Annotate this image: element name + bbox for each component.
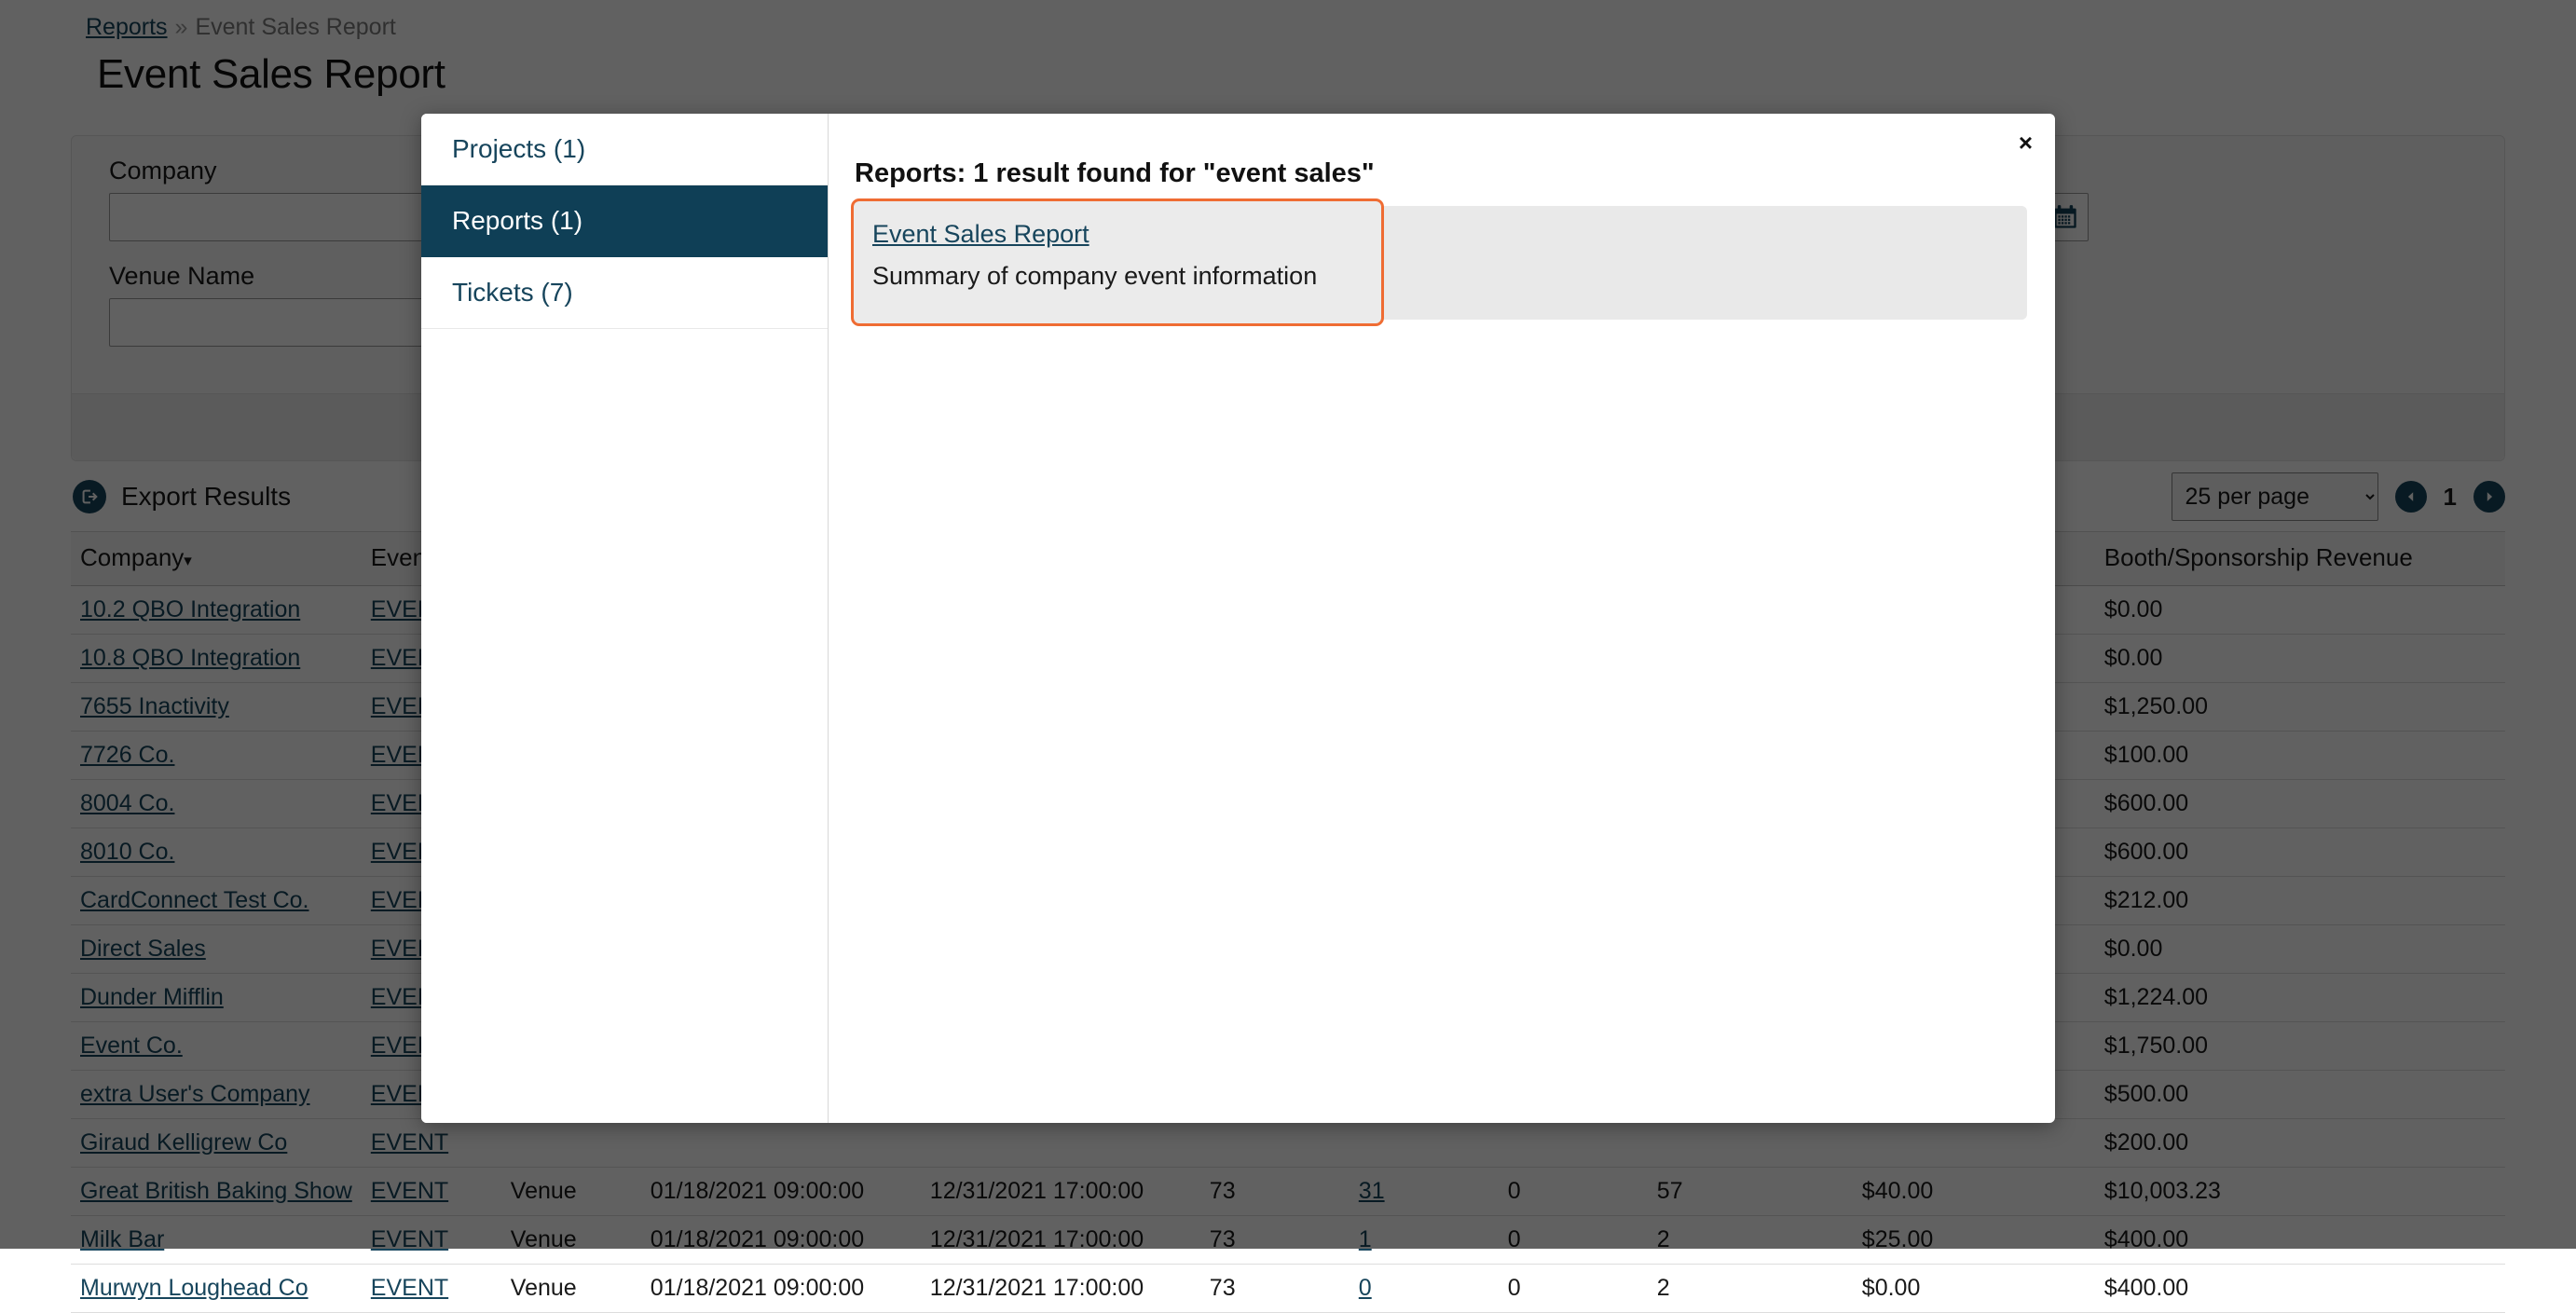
modal-tab-label: Tickets (7) <box>452 278 573 308</box>
modal-tab-label: Reports (1) <box>452 206 582 236</box>
modal-tab-tickets[interactable]: Tickets (7) <box>421 257 828 329</box>
cell-available: 2 <box>1648 1265 1853 1313</box>
cell-start: 01/18/2021 09:00:00 <box>641 1265 921 1313</box>
cell-capacity: 73 <box>1200 1265 1350 1313</box>
cell-event: EVENT <box>362 1265 501 1313</box>
modal-tab-reports[interactable]: Reports (1) <box>421 185 828 257</box>
result-row-band: Event Sales Report Summary of company ev… <box>851 206 2027 320</box>
modal-main-panel: × Reports: 1 result found for "event sal… <box>829 114 2055 1123</box>
cell-link-sold[interactable]: 0 <box>1359 1275 1372 1301</box>
cell-ticket-rev: $0.00 <box>1853 1265 2095 1313</box>
table-row: Murwyn Loughead Co EVENT Venue01/18/2021 0… <box>71 1265 2505 1313</box>
cell-end: 12/31/2021 17:00:00 <box>921 1265 1200 1313</box>
cell-comp: 0 <box>1499 1265 1648 1313</box>
cell-sold: 0 <box>1350 1265 1499 1313</box>
cell-type: Venue <box>501 1265 641 1313</box>
search-result-item[interactable]: Event Sales Report Summary of company ev… <box>851 198 1384 326</box>
modal-category-sidebar: Projects (1) Reports (1) Tickets (7) <box>421 114 829 1123</box>
search-results-modal: Projects (1) Reports (1) Tickets (7) × Rep… <box>421 114 2055 1123</box>
search-result-title[interactable]: Event Sales Report <box>872 220 1089 249</box>
cell-booth-rev: $400.00 <box>2095 1265 2505 1313</box>
cell-company: Murwyn Loughead Co <box>71 1265 362 1313</box>
modal-heading: Reports: 1 result found for "event sales… <box>851 158 2027 189</box>
close-icon[interactable]: × <box>2019 130 2033 155</box>
search-result-description: Summary of company event information <box>872 262 1363 291</box>
cell-link-event[interactable]: EVENT <box>371 1275 448 1301</box>
modal-tab-projects[interactable]: Projects (1) <box>421 114 828 185</box>
cell-link-company[interactable]: Murwyn Loughead Co <box>80 1275 308 1301</box>
modal-tab-label: Projects (1) <box>452 134 585 164</box>
